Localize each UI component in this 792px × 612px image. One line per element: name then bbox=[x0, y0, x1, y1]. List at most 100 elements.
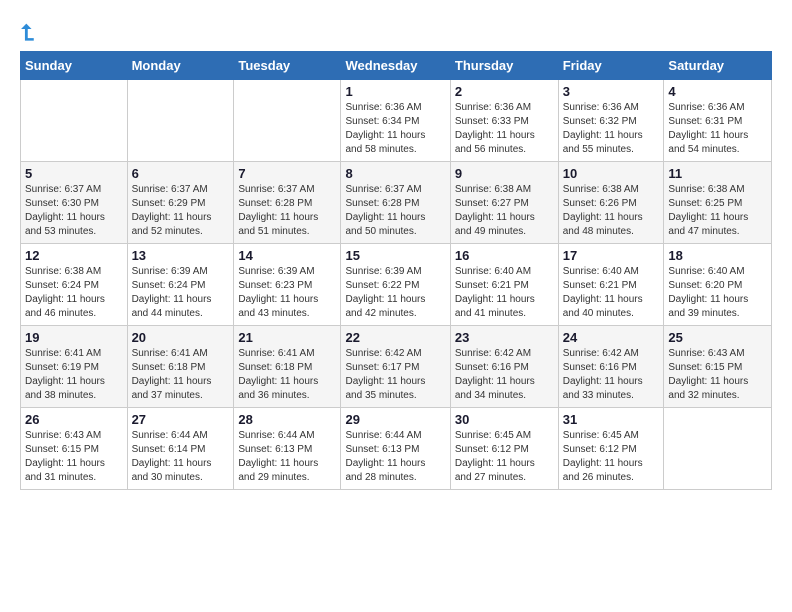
day-info: Sunrise: 6:42 AM Sunset: 6:16 PM Dayligh… bbox=[563, 347, 660, 403]
day-number: 3 bbox=[563, 84, 660, 99]
day-info: Sunrise: 6:40 AM Sunset: 6:21 PM Dayligh… bbox=[455, 265, 554, 321]
day-number: 8 bbox=[345, 166, 445, 181]
day-header-thursday: Thursday bbox=[450, 52, 558, 80]
day-header-wednesday: Wednesday bbox=[341, 52, 450, 80]
calendar-cell: 26Sunrise: 6:43 AM Sunset: 6:15 PM Dayli… bbox=[21, 408, 128, 490]
day-info: Sunrise: 6:41 AM Sunset: 6:19 PM Dayligh… bbox=[25, 347, 123, 403]
calendar-cell: 30 Sunrise: 6:45 AM Sunset: 6:12 PM Dayli… bbox=[450, 408, 558, 490]
day-header-monday: Monday bbox=[127, 52, 234, 80]
logo-bird-icon: ⮤ bbox=[21, 20, 34, 46]
day-info: Sunrise: 6:40 AM Sunset: 6:21 PM Dayligh… bbox=[563, 265, 660, 321]
day-number: 15 bbox=[345, 248, 445, 263]
day-number: 31 bbox=[563, 412, 660, 427]
day-number: 22 bbox=[345, 330, 445, 345]
day-info: Sunrise: 6:40 AM Sunset: 6:20 PM Dayligh… bbox=[668, 265, 767, 321]
calendar-cell: 28 Sunrise: 6:44 AM Sunset: 6:13 PM Dayli… bbox=[234, 408, 341, 490]
calendar-cell bbox=[21, 80, 128, 162]
calendar-week-row: 12 Sunrise: 6:38 AM Sunset: 6:24 PM Dayli… bbox=[21, 244, 772, 326]
calendar-cell: 27 Sunrise: 6:44 AM Sunset: 6:14 PM Dayli… bbox=[127, 408, 234, 490]
calendar-cell: 9Sunrise: 6:38 AM Sunset: 6:27 PM Daylig… bbox=[450, 162, 558, 244]
day-info: Sunrise: 6:39 AM Sunset: 6:24 PM Dayligh… bbox=[132, 265, 230, 321]
calendar-cell: 1Sunrise: 6:36 AM Sunset: 6:34 PM Daylig… bbox=[341, 80, 450, 162]
calendar-cell: 20 Sunrise: 6:41 AM Sunset: 6:18 PM Dayli… bbox=[127, 326, 234, 408]
calendar-cell: 6 Sunrise: 6:37 AM Sunset: 6:29 PM Daylig… bbox=[127, 162, 234, 244]
calendar-cell: 2 Sunrise: 6:36 AM Sunset: 6:33 PM Daylig… bbox=[450, 80, 558, 162]
calendar-week-row: 5Sunrise: 6:37 AM Sunset: 6:30 PM Daylig… bbox=[21, 162, 772, 244]
day-number: 27 bbox=[132, 412, 230, 427]
calendar-cell: 25 Sunrise: 6:43 AM Sunset: 6:15 PM Dayli… bbox=[664, 326, 772, 408]
day-number: 9 bbox=[455, 166, 554, 181]
day-number: 16 bbox=[455, 248, 554, 263]
header: ⮤ bbox=[10, 10, 782, 51]
day-number: 30 bbox=[455, 412, 554, 427]
day-number: 4 bbox=[668, 84, 767, 99]
day-number: 23 bbox=[455, 330, 554, 345]
day-number: 12 bbox=[25, 248, 123, 263]
calendar-cell: 29 Sunrise: 6:44 AM Sunset: 6:13 PM Dayli… bbox=[341, 408, 450, 490]
day-info: Sunrise: 6:44 AM Sunset: 6:13 PM Dayligh… bbox=[238, 429, 336, 485]
day-info: Sunrise: 6:36 AM Sunset: 6:31 PM Dayligh… bbox=[668, 101, 767, 157]
day-info: Sunrise: 6:38 AM Sunset: 6:26 PM Dayligh… bbox=[563, 183, 660, 239]
day-info: Sunrise: 6:45 AM Sunset: 6:12 PM Dayligh… bbox=[455, 429, 554, 485]
day-info: Sunrise: 6:43 AM Sunset: 6:15 PM Dayligh… bbox=[25, 429, 123, 485]
calendar-week-row: 19 Sunrise: 6:41 AM Sunset: 6:19 PM Dayli… bbox=[21, 326, 772, 408]
day-number: 25 bbox=[668, 330, 767, 345]
calendar-cell: 8Sunrise: 6:37 AM Sunset: 6:28 PM Daylig… bbox=[341, 162, 450, 244]
day-number: 2 bbox=[455, 84, 554, 99]
day-header-sunday: Sunday bbox=[21, 52, 128, 80]
day-info: Sunrise: 6:41 AM Sunset: 6:18 PM Dayligh… bbox=[132, 347, 230, 403]
logo: ⮤ bbox=[20, 20, 34, 46]
day-number: 29 bbox=[345, 412, 445, 427]
calendar-cell bbox=[127, 80, 234, 162]
calendar-cell: 24 Sunrise: 6:42 AM Sunset: 6:16 PM Dayli… bbox=[558, 326, 664, 408]
day-info: Sunrise: 6:39 AM Sunset: 6:23 PM Dayligh… bbox=[238, 265, 336, 321]
day-header-friday: Friday bbox=[558, 52, 664, 80]
calendar-cell: 22Sunrise: 6:42 AM Sunset: 6:17 PM Dayli… bbox=[341, 326, 450, 408]
day-info: Sunrise: 6:44 AM Sunset: 6:13 PM Dayligh… bbox=[345, 429, 445, 485]
calendar-cell: 12 Sunrise: 6:38 AM Sunset: 6:24 PM Dayli… bbox=[21, 244, 128, 326]
day-number: 10 bbox=[563, 166, 660, 181]
day-info: Sunrise: 6:37 AM Sunset: 6:28 PM Dayligh… bbox=[238, 183, 336, 239]
calendar-cell: 21Sunrise: 6:41 AM Sunset: 6:18 PM Dayli… bbox=[234, 326, 341, 408]
day-info: Sunrise: 6:36 AM Sunset: 6:34 PM Dayligh… bbox=[345, 101, 445, 157]
day-info: Sunrise: 6:43 AM Sunset: 6:15 PM Dayligh… bbox=[668, 347, 767, 403]
day-number: 11 bbox=[668, 166, 767, 181]
calendar-cell: 31 Sunrise: 6:45 AM Sunset: 6:12 PM Dayli… bbox=[558, 408, 664, 490]
day-number: 19 bbox=[25, 330, 123, 345]
day-info: Sunrise: 6:37 AM Sunset: 6:30 PM Dayligh… bbox=[25, 183, 123, 239]
day-info: Sunrise: 6:38 AM Sunset: 6:24 PM Dayligh… bbox=[25, 265, 123, 321]
day-info: Sunrise: 6:45 AM Sunset: 6:12 PM Dayligh… bbox=[563, 429, 660, 485]
day-info: Sunrise: 6:36 AM Sunset: 6:32 PM Dayligh… bbox=[563, 101, 660, 157]
calendar-cell bbox=[664, 408, 772, 490]
calendar-cell bbox=[234, 80, 341, 162]
day-number: 21 bbox=[238, 330, 336, 345]
calendar-header-row: SundayMondayTuesdayWednesdayThursdayFrid… bbox=[21, 52, 772, 80]
day-info: Sunrise: 6:36 AM Sunset: 6:33 PM Dayligh… bbox=[455, 101, 554, 157]
day-number: 13 bbox=[132, 248, 230, 263]
calendar-cell: 5Sunrise: 6:37 AM Sunset: 6:30 PM Daylig… bbox=[21, 162, 128, 244]
day-info: Sunrise: 6:39 AM Sunset: 6:22 PM Dayligh… bbox=[345, 265, 445, 321]
day-info: Sunrise: 6:37 AM Sunset: 6:29 PM Dayligh… bbox=[132, 183, 230, 239]
day-number: 28 bbox=[238, 412, 336, 427]
calendar-cell: 14Sunrise: 6:39 AM Sunset: 6:23 PM Dayli… bbox=[234, 244, 341, 326]
calendar-cell: 19 Sunrise: 6:41 AM Sunset: 6:19 PM Dayli… bbox=[21, 326, 128, 408]
day-number: 18 bbox=[668, 248, 767, 263]
calendar-cell: 16 Sunrise: 6:40 AM Sunset: 6:21 PM Dayli… bbox=[450, 244, 558, 326]
day-header-saturday: Saturday bbox=[664, 52, 772, 80]
day-number: 6 bbox=[132, 166, 230, 181]
calendar-cell: 23 Sunrise: 6:42 AM Sunset: 6:16 PM Dayli… bbox=[450, 326, 558, 408]
calendar-cell: 7 Sunrise: 6:37 AM Sunset: 6:28 PM Daylig… bbox=[234, 162, 341, 244]
day-info: Sunrise: 6:42 AM Sunset: 6:16 PM Dayligh… bbox=[455, 347, 554, 403]
day-number: 7 bbox=[238, 166, 336, 181]
day-info: Sunrise: 6:44 AM Sunset: 6:14 PM Dayligh… bbox=[132, 429, 230, 485]
calendar-week-row: 1Sunrise: 6:36 AM Sunset: 6:34 PM Daylig… bbox=[21, 80, 772, 162]
day-number: 24 bbox=[563, 330, 660, 345]
calendar-cell: 13 Sunrise: 6:39 AM Sunset: 6:24 PM Dayli… bbox=[127, 244, 234, 326]
day-info: Sunrise: 6:38 AM Sunset: 6:25 PM Dayligh… bbox=[668, 183, 767, 239]
calendar-cell: 3 Sunrise: 6:36 AM Sunset: 6:32 PM Daylig… bbox=[558, 80, 664, 162]
calendar-cell: 10 Sunrise: 6:38 AM Sunset: 6:26 PM Dayli… bbox=[558, 162, 664, 244]
day-number: 20 bbox=[132, 330, 230, 345]
calendar-cell: 17Sunrise: 6:40 AM Sunset: 6:21 PM Dayli… bbox=[558, 244, 664, 326]
calendar-table: SundayMondayTuesdayWednesdayThursdayFrid… bbox=[20, 51, 772, 490]
calendar-cell: 18 Sunrise: 6:40 AM Sunset: 6:20 PM Dayli… bbox=[664, 244, 772, 326]
